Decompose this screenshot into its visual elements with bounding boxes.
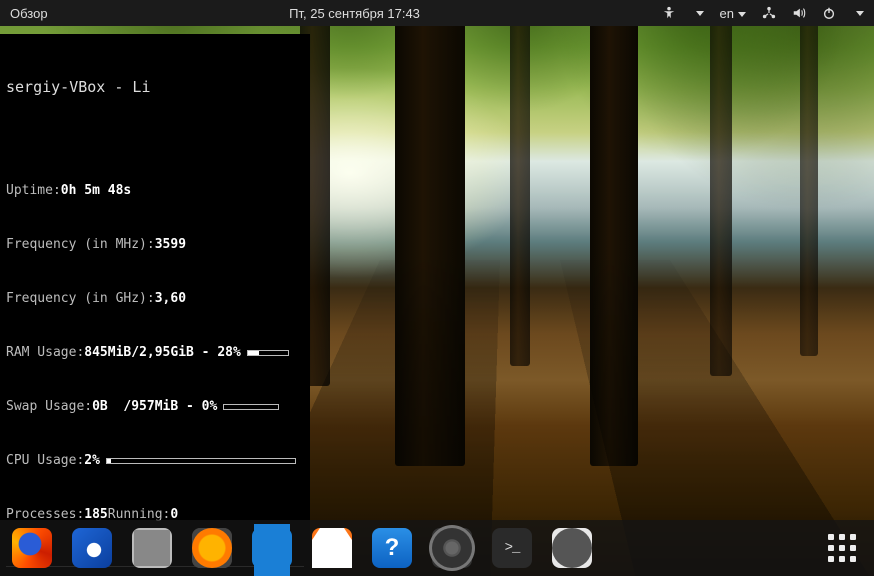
top-bar: Обзор Пт, 25 сентября 17:43 en bbox=[0, 0, 874, 26]
swap-bar bbox=[223, 404, 279, 410]
activities-button[interactable]: Обзор bbox=[10, 6, 48, 21]
conky-swap: Swap Usage: 0B /957MiB - 0% bbox=[6, 398, 304, 416]
dock-app-libreoffice-writer[interactable] bbox=[252, 528, 292, 568]
chevron-down-icon bbox=[856, 11, 864, 16]
keyboard-layout-label: en bbox=[720, 6, 734, 21]
chevron-down-icon bbox=[696, 11, 704, 16]
keyboard-layout-indicator[interactable]: en bbox=[720, 6, 746, 21]
accessibility-icon[interactable] bbox=[662, 6, 676, 20]
dock-app-firefox[interactable] bbox=[12, 528, 52, 568]
clock[interactable]: Пт, 25 сентября 17:43 bbox=[48, 6, 662, 21]
conky-hostname: sergiy-VBox - Li bbox=[6, 78, 304, 96]
dock-app-thunderbird[interactable] bbox=[72, 528, 112, 568]
dock-app-files[interactable] bbox=[132, 528, 172, 568]
chevron-down-icon bbox=[738, 12, 746, 17]
dock-app-terminal[interactable] bbox=[492, 528, 532, 568]
ram-bar bbox=[247, 350, 289, 356]
network-icon[interactable] bbox=[762, 6, 776, 20]
volume-icon[interactable] bbox=[792, 6, 806, 20]
show-applications-button[interactable] bbox=[822, 528, 862, 568]
dock-app-settings[interactable] bbox=[432, 528, 472, 568]
conky-panel: sergiy-VBox - Li Uptime: 0h 5m 48s Frequ… bbox=[0, 34, 310, 576]
conky-cpu: CPU Usage: 2% bbox=[6, 452, 304, 470]
conky-ram: RAM Usage: 845MiB/2,95GiB - 28% bbox=[6, 344, 304, 362]
conky-freq-ghz: Frequency (in GHz): 3,60 bbox=[6, 290, 304, 308]
dock-app-rhythmbox[interactable] bbox=[192, 528, 232, 568]
conky-uptime: Uptime: 0h 5m 48s bbox=[6, 182, 304, 200]
dock-app-help[interactable] bbox=[372, 528, 412, 568]
dock-app-disc[interactable] bbox=[552, 528, 592, 568]
conky-freq-mhz: Frequency (in MHz): 3599 bbox=[6, 236, 304, 254]
dock-app-ubuntu-software[interactable] bbox=[312, 528, 352, 568]
power-icon[interactable] bbox=[822, 6, 836, 20]
dock bbox=[0, 520, 874, 576]
cpu-bar bbox=[106, 458, 296, 464]
